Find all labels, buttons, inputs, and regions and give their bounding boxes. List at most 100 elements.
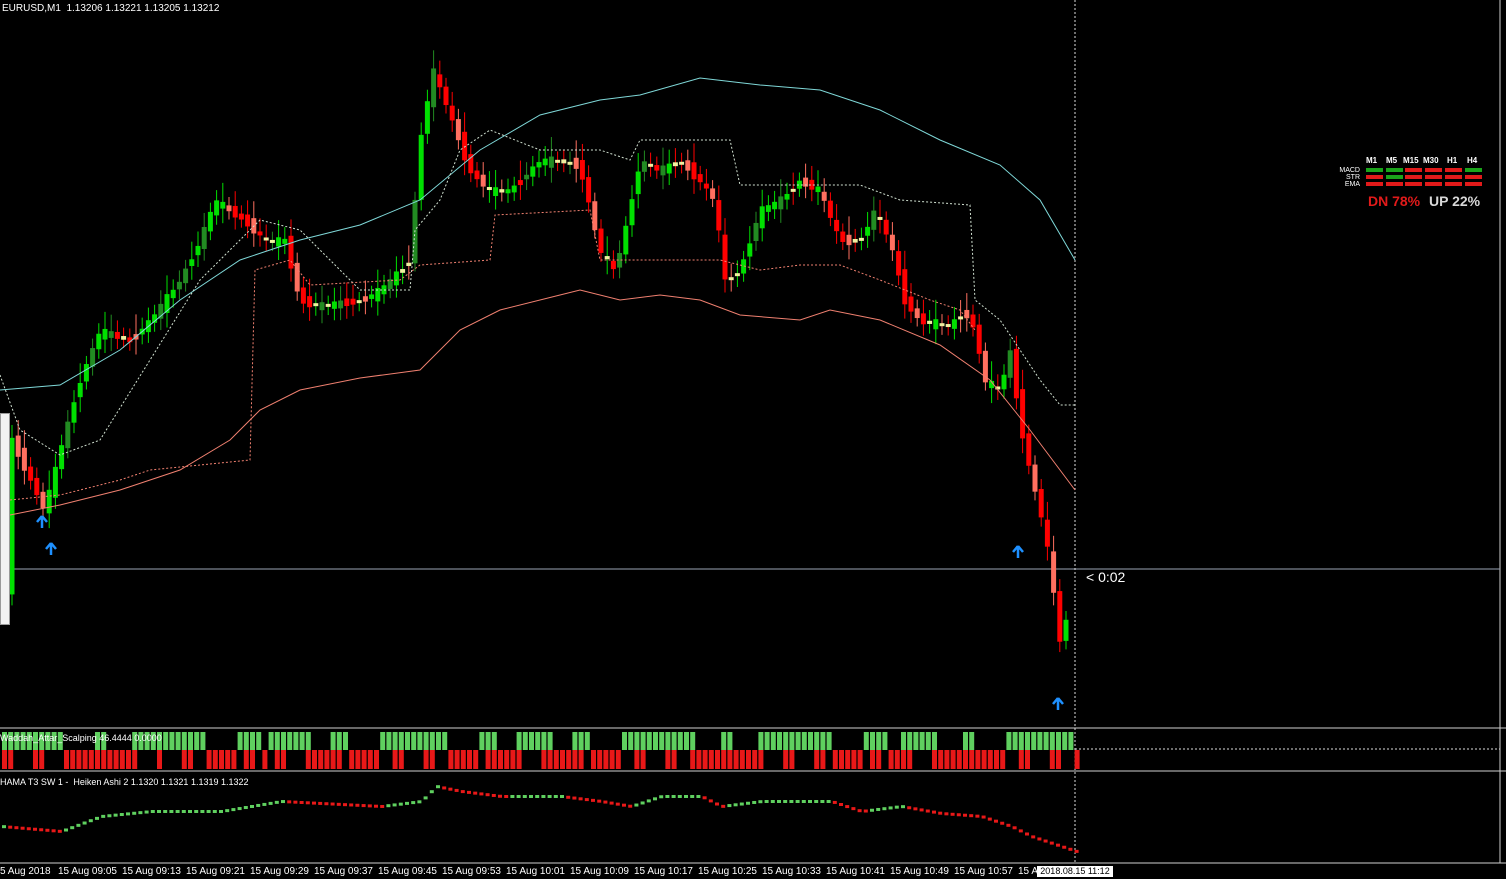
hama-dot xyxy=(653,797,657,801)
waddah-bar xyxy=(1056,732,1061,750)
candle-body xyxy=(896,251,902,276)
bar-countdown: < 0:02 xyxy=(1086,569,1126,585)
candle-body xyxy=(524,174,530,180)
candle-body xyxy=(716,200,722,231)
candle-body xyxy=(83,364,89,382)
hama-dot xyxy=(721,804,726,808)
hama-dot xyxy=(808,800,812,803)
waddah-bar xyxy=(498,750,503,769)
hama-dot xyxy=(417,800,422,804)
time-axis-label: 15 Aug 10:25 xyxy=(698,866,757,877)
hama-dot xyxy=(541,795,546,798)
candle-body xyxy=(772,201,778,210)
waddah-bar xyxy=(801,732,807,750)
candle-body xyxy=(269,239,275,243)
candle-body xyxy=(15,435,21,457)
waddah-bar xyxy=(163,732,169,750)
waddah-bar xyxy=(919,732,925,750)
hama-dot xyxy=(640,801,645,805)
waddah-bar xyxy=(95,750,100,769)
time-axis-label: 15 Aug 10:17 xyxy=(634,866,693,877)
waddah-bar xyxy=(981,750,987,769)
hama-dot xyxy=(777,800,781,803)
hama-dot xyxy=(1018,829,1023,833)
candle-body xyxy=(734,273,740,277)
waddah-bar xyxy=(330,750,336,769)
candle-body xyxy=(418,134,424,200)
waddah-bar xyxy=(566,750,572,769)
candle-body xyxy=(858,237,864,241)
hama-dot xyxy=(181,810,186,813)
waddah-bar xyxy=(907,750,913,769)
waddah-bar xyxy=(398,750,404,769)
dashboard-cell xyxy=(1366,175,1383,179)
candle-body xyxy=(852,238,858,243)
hama-dot xyxy=(956,813,961,817)
hama-dot xyxy=(460,790,465,794)
waddah-bar xyxy=(956,750,962,769)
hama-dot xyxy=(367,804,372,808)
waddah-bar xyxy=(293,732,299,750)
waddah-bar xyxy=(584,732,590,750)
waddah-bar xyxy=(950,750,956,769)
time-axis-label: 15 Aug 09:53 xyxy=(442,866,501,877)
candle-body xyxy=(170,289,176,299)
hama-dot xyxy=(981,815,986,819)
hama-dot xyxy=(429,790,434,794)
candle-body xyxy=(220,201,226,209)
waddah-bar xyxy=(380,732,386,750)
waddah-bar xyxy=(770,732,776,750)
time-axis-label: 15 Aug 09:05 xyxy=(58,866,117,877)
waddah-bar xyxy=(876,732,882,750)
hama-dot xyxy=(746,801,750,805)
chart-canvas[interactable] xyxy=(0,0,1506,879)
dashboard-cell xyxy=(1366,168,1383,172)
hama-dot xyxy=(535,795,540,798)
candle-body xyxy=(1038,488,1044,518)
hama-dot xyxy=(8,825,13,829)
waddah-bar xyxy=(870,750,875,769)
waddah-bar xyxy=(677,732,683,750)
waddah-bar xyxy=(442,732,448,750)
waddah-bar xyxy=(708,750,714,769)
dashboard-cell xyxy=(1445,168,1462,172)
candle-body xyxy=(52,466,58,498)
hama-dot xyxy=(994,819,998,823)
candle-body xyxy=(443,86,449,106)
dashboard-cell xyxy=(1465,175,1482,179)
hama-dot xyxy=(770,800,775,803)
candle-body xyxy=(939,323,945,327)
side-panel-tab[interactable] xyxy=(0,413,10,625)
waddah-bar xyxy=(157,750,162,769)
hama-dot xyxy=(14,826,19,830)
hama-dot xyxy=(1037,837,1042,841)
hama-dot xyxy=(727,804,732,808)
waddah-bar xyxy=(473,750,479,769)
waddah-bar xyxy=(398,732,404,750)
waddah-bar xyxy=(826,732,832,750)
waddah-bar xyxy=(634,732,640,750)
hama-dot xyxy=(901,805,905,809)
waddah-bar xyxy=(504,750,510,769)
candle-body xyxy=(834,219,840,232)
candle-body xyxy=(567,161,573,165)
hama-dot xyxy=(20,826,25,830)
hama-dot xyxy=(324,802,329,806)
candle-body xyxy=(579,160,585,180)
candle-body xyxy=(114,331,120,339)
waddah-bar xyxy=(243,750,249,769)
waddah-bar xyxy=(467,750,472,769)
candle-body xyxy=(685,160,691,171)
candle-body xyxy=(195,245,201,256)
hama-dot xyxy=(45,828,50,832)
hama-dot xyxy=(256,803,261,807)
waddah-bar xyxy=(250,750,255,769)
waddah-bar xyxy=(932,750,937,769)
candle-body xyxy=(257,231,263,236)
waddah-bar xyxy=(814,732,820,750)
waddah-bar xyxy=(2,750,7,769)
time-axis-label: 15 Aug 10:09 xyxy=(570,866,629,877)
candle-body xyxy=(307,296,313,308)
waddah-bar xyxy=(132,750,138,769)
hama-dot xyxy=(268,801,273,805)
